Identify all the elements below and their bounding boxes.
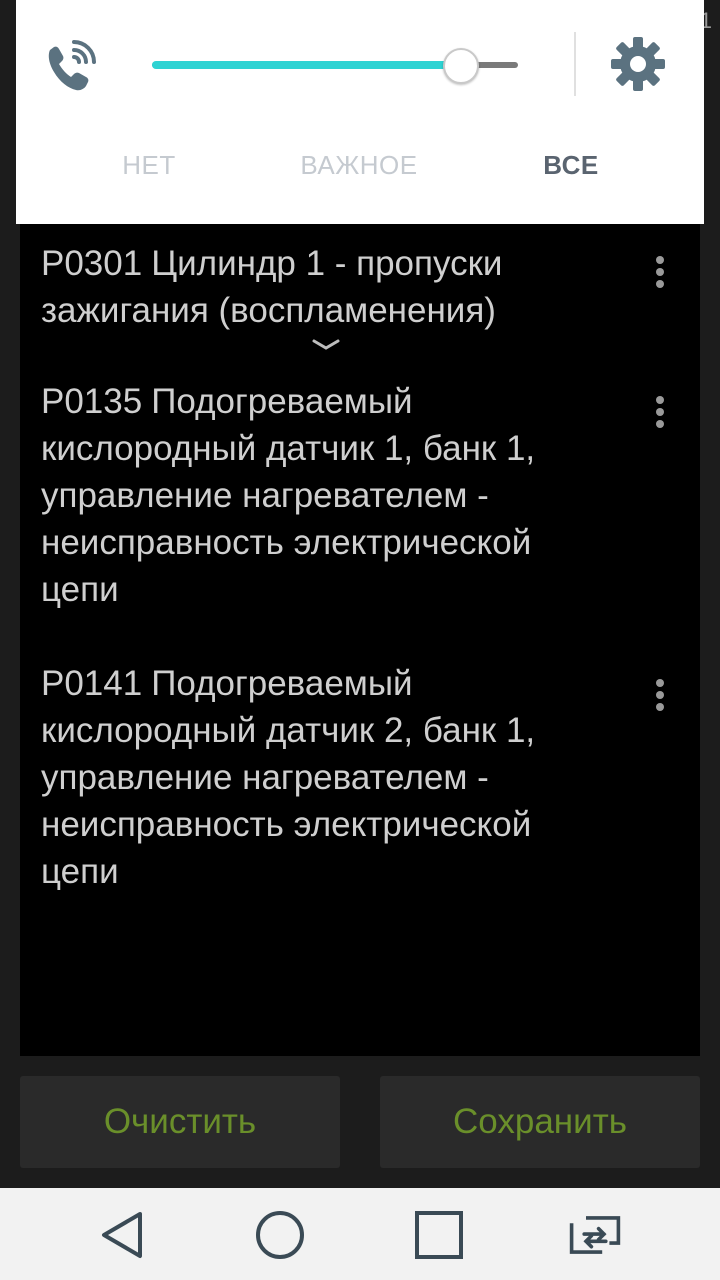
tab-all[interactable]: ВСЕ	[471, 150, 671, 181]
recents-icon[interactable]	[412, 1208, 466, 1262]
clear-button[interactable]: Очистить	[20, 1076, 340, 1168]
tab-none[interactable]: НЕТ	[49, 150, 249, 181]
notification-filter-tabs: НЕТ ВАЖНОЕ ВСЕ	[16, 150, 704, 200]
dtc-text: P0135 Подогреваемый кислородный датчик 1,…	[41, 378, 610, 613]
list-item[interactable]: P0301 Цилиндр 1 - пропуски зажигания (вос…	[20, 224, 700, 352]
screen: 1 НЕТ ВАЖНОЕ ВСЕ P0301 Цилиндр 1 - пропу…	[0, 0, 720, 1280]
list-item[interactable]: P0141 Подогреваемый кислородный датчик 2,…	[20, 613, 700, 895]
chevron-down-icon[interactable]	[311, 338, 341, 352]
volume-panel: НЕТ ВАЖНОЕ ВСЕ	[16, 0, 704, 224]
back-icon[interactable]	[96, 1208, 150, 1262]
dtc-code: P0141	[41, 664, 143, 703]
panel-divider	[574, 32, 576, 96]
dtc-text: P0141 Подогреваемый кислородный датчик 2,…	[41, 660, 610, 895]
dtc-code: P0301	[41, 244, 143, 283]
navigation-bar	[0, 1188, 720, 1280]
ringer-phone-icon[interactable]	[38, 34, 102, 98]
tab-important[interactable]: ВАЖНОЕ	[259, 150, 459, 181]
dtc-code: P0135	[41, 382, 143, 421]
more-vert-icon[interactable]	[650, 256, 670, 290]
slider-fill	[152, 61, 460, 69]
gear-icon[interactable]	[610, 36, 666, 92]
list-item[interactable]: P0135 Подогреваемый кислородный датчик 1,…	[20, 352, 700, 613]
dual-window-icon[interactable]	[568, 1208, 622, 1262]
dtc-list[interactable]: P0301 Цилиндр 1 - пропуски зажигания (вос…	[20, 224, 700, 1056]
more-vert-icon[interactable]	[650, 396, 670, 430]
home-icon[interactable]	[253, 1208, 307, 1262]
slider-thumb[interactable]	[443, 48, 480, 84]
more-vert-icon[interactable]	[650, 679, 670, 713]
volume-slider[interactable]	[152, 48, 518, 84]
save-button[interactable]: Сохранить	[380, 1076, 700, 1168]
dtc-text: P0301 Цилиндр 1 - пропуски зажигания (вос…	[41, 240, 610, 334]
